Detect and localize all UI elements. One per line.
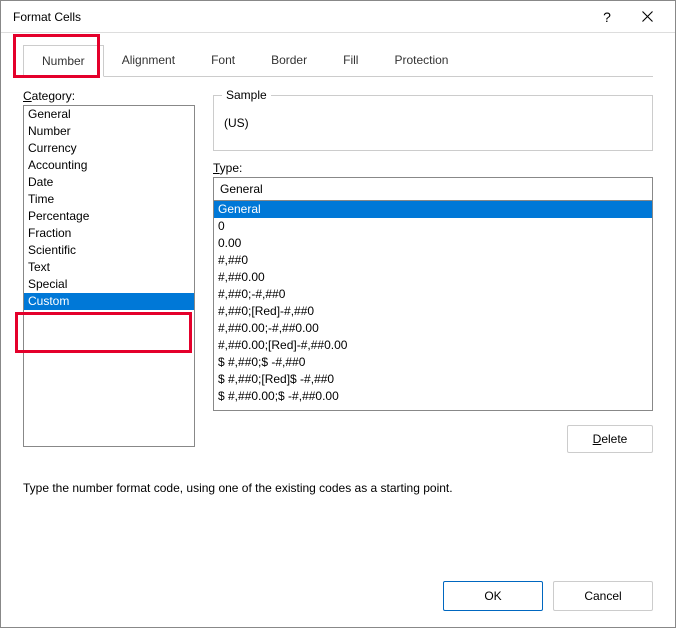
- cancel-button[interactable]: Cancel: [553, 581, 653, 611]
- tab-number[interactable]: Number: [23, 45, 104, 77]
- type-format-item[interactable]: 0: [214, 218, 652, 235]
- tab-alignment[interactable]: Alignment: [104, 45, 193, 76]
- type-format-item[interactable]: #,##0.00: [214, 269, 652, 286]
- category-item-time[interactable]: Time: [24, 191, 194, 208]
- type-format-item[interactable]: #,##0;[Red]-#,##0: [214, 303, 652, 320]
- type-format-item[interactable]: $ #,##0;$ -#,##0: [214, 354, 652, 371]
- ok-button[interactable]: OK: [443, 581, 543, 611]
- category-item-text[interactable]: Text: [24, 259, 194, 276]
- type-format-item[interactable]: General: [214, 201, 652, 218]
- dialog-footer: OK Cancel: [1, 569, 675, 627]
- category-label: Category:: [23, 89, 75, 103]
- dialog-body: NumberAlignmentFontBorderFillProtection …: [1, 33, 675, 569]
- category-item-number[interactable]: Number: [24, 123, 194, 140]
- type-format-item[interactable]: $ #,##0.00;$ -#,##0.00: [214, 388, 652, 405]
- close-icon: [642, 11, 653, 22]
- format-cells-dialog: Format Cells ? NumberAlignmentFontBorder…: [0, 0, 676, 628]
- category-item-date[interactable]: Date: [24, 174, 194, 191]
- category-item-percentage[interactable]: Percentage: [24, 208, 194, 225]
- right-column: Sample (US) Type: General00.00#,##0#,##0…: [213, 89, 653, 453]
- content-area: Category: GeneralNumberCurrencyAccountin…: [23, 89, 653, 453]
- sample-box: Sample (US): [213, 95, 653, 151]
- category-item-currency[interactable]: Currency: [24, 140, 194, 157]
- type-format-item[interactable]: #,##0.00;[Red]-#,##0.00: [214, 337, 652, 354]
- category-item-special[interactable]: Special: [24, 276, 194, 293]
- type-format-item[interactable]: $ #,##0;[Red]$ -#,##0: [214, 371, 652, 388]
- tab-border[interactable]: Border: [253, 45, 325, 76]
- close-button[interactable]: [627, 2, 667, 32]
- type-format-item[interactable]: #,##0: [214, 252, 652, 269]
- type-format-listbox[interactable]: General00.00#,##0#,##0.00#,##0;-#,##0#,#…: [213, 201, 653, 411]
- hint-text: Type the number format code, using one o…: [23, 481, 653, 495]
- type-format-item[interactable]: #,##0.00;-#,##0.00: [214, 320, 652, 337]
- category-item-accounting[interactable]: Accounting: [24, 157, 194, 174]
- type-format-item[interactable]: 0.00: [214, 235, 652, 252]
- type-label: Type:: [213, 161, 653, 175]
- tab-fill[interactable]: Fill: [325, 45, 376, 76]
- category-item-scientific[interactable]: Scientific: [24, 242, 194, 259]
- sample-label: Sample: [222, 88, 271, 102]
- sample-value: (US): [224, 116, 249, 130]
- type-format-item[interactable]: #,##0;-#,##0: [214, 286, 652, 303]
- dialog-title: Format Cells: [13, 10, 587, 24]
- tab-strip: NumberAlignmentFontBorderFillProtection: [23, 45, 653, 77]
- category-item-custom[interactable]: Custom: [24, 293, 194, 310]
- category-column: Category: GeneralNumberCurrencyAccountin…: [23, 89, 195, 453]
- type-input[interactable]: [213, 177, 653, 201]
- delete-button[interactable]: Delete: [567, 425, 653, 453]
- category-item-fraction[interactable]: Fraction: [24, 225, 194, 242]
- tab-font[interactable]: Font: [193, 45, 253, 76]
- titlebar: Format Cells ?: [1, 1, 675, 33]
- help-button[interactable]: ?: [587, 2, 627, 32]
- category-item-general[interactable]: General: [24, 106, 194, 123]
- category-listbox[interactable]: GeneralNumberCurrencyAccountingDateTimeP…: [23, 105, 195, 447]
- tab-protection[interactable]: Protection: [376, 45, 466, 76]
